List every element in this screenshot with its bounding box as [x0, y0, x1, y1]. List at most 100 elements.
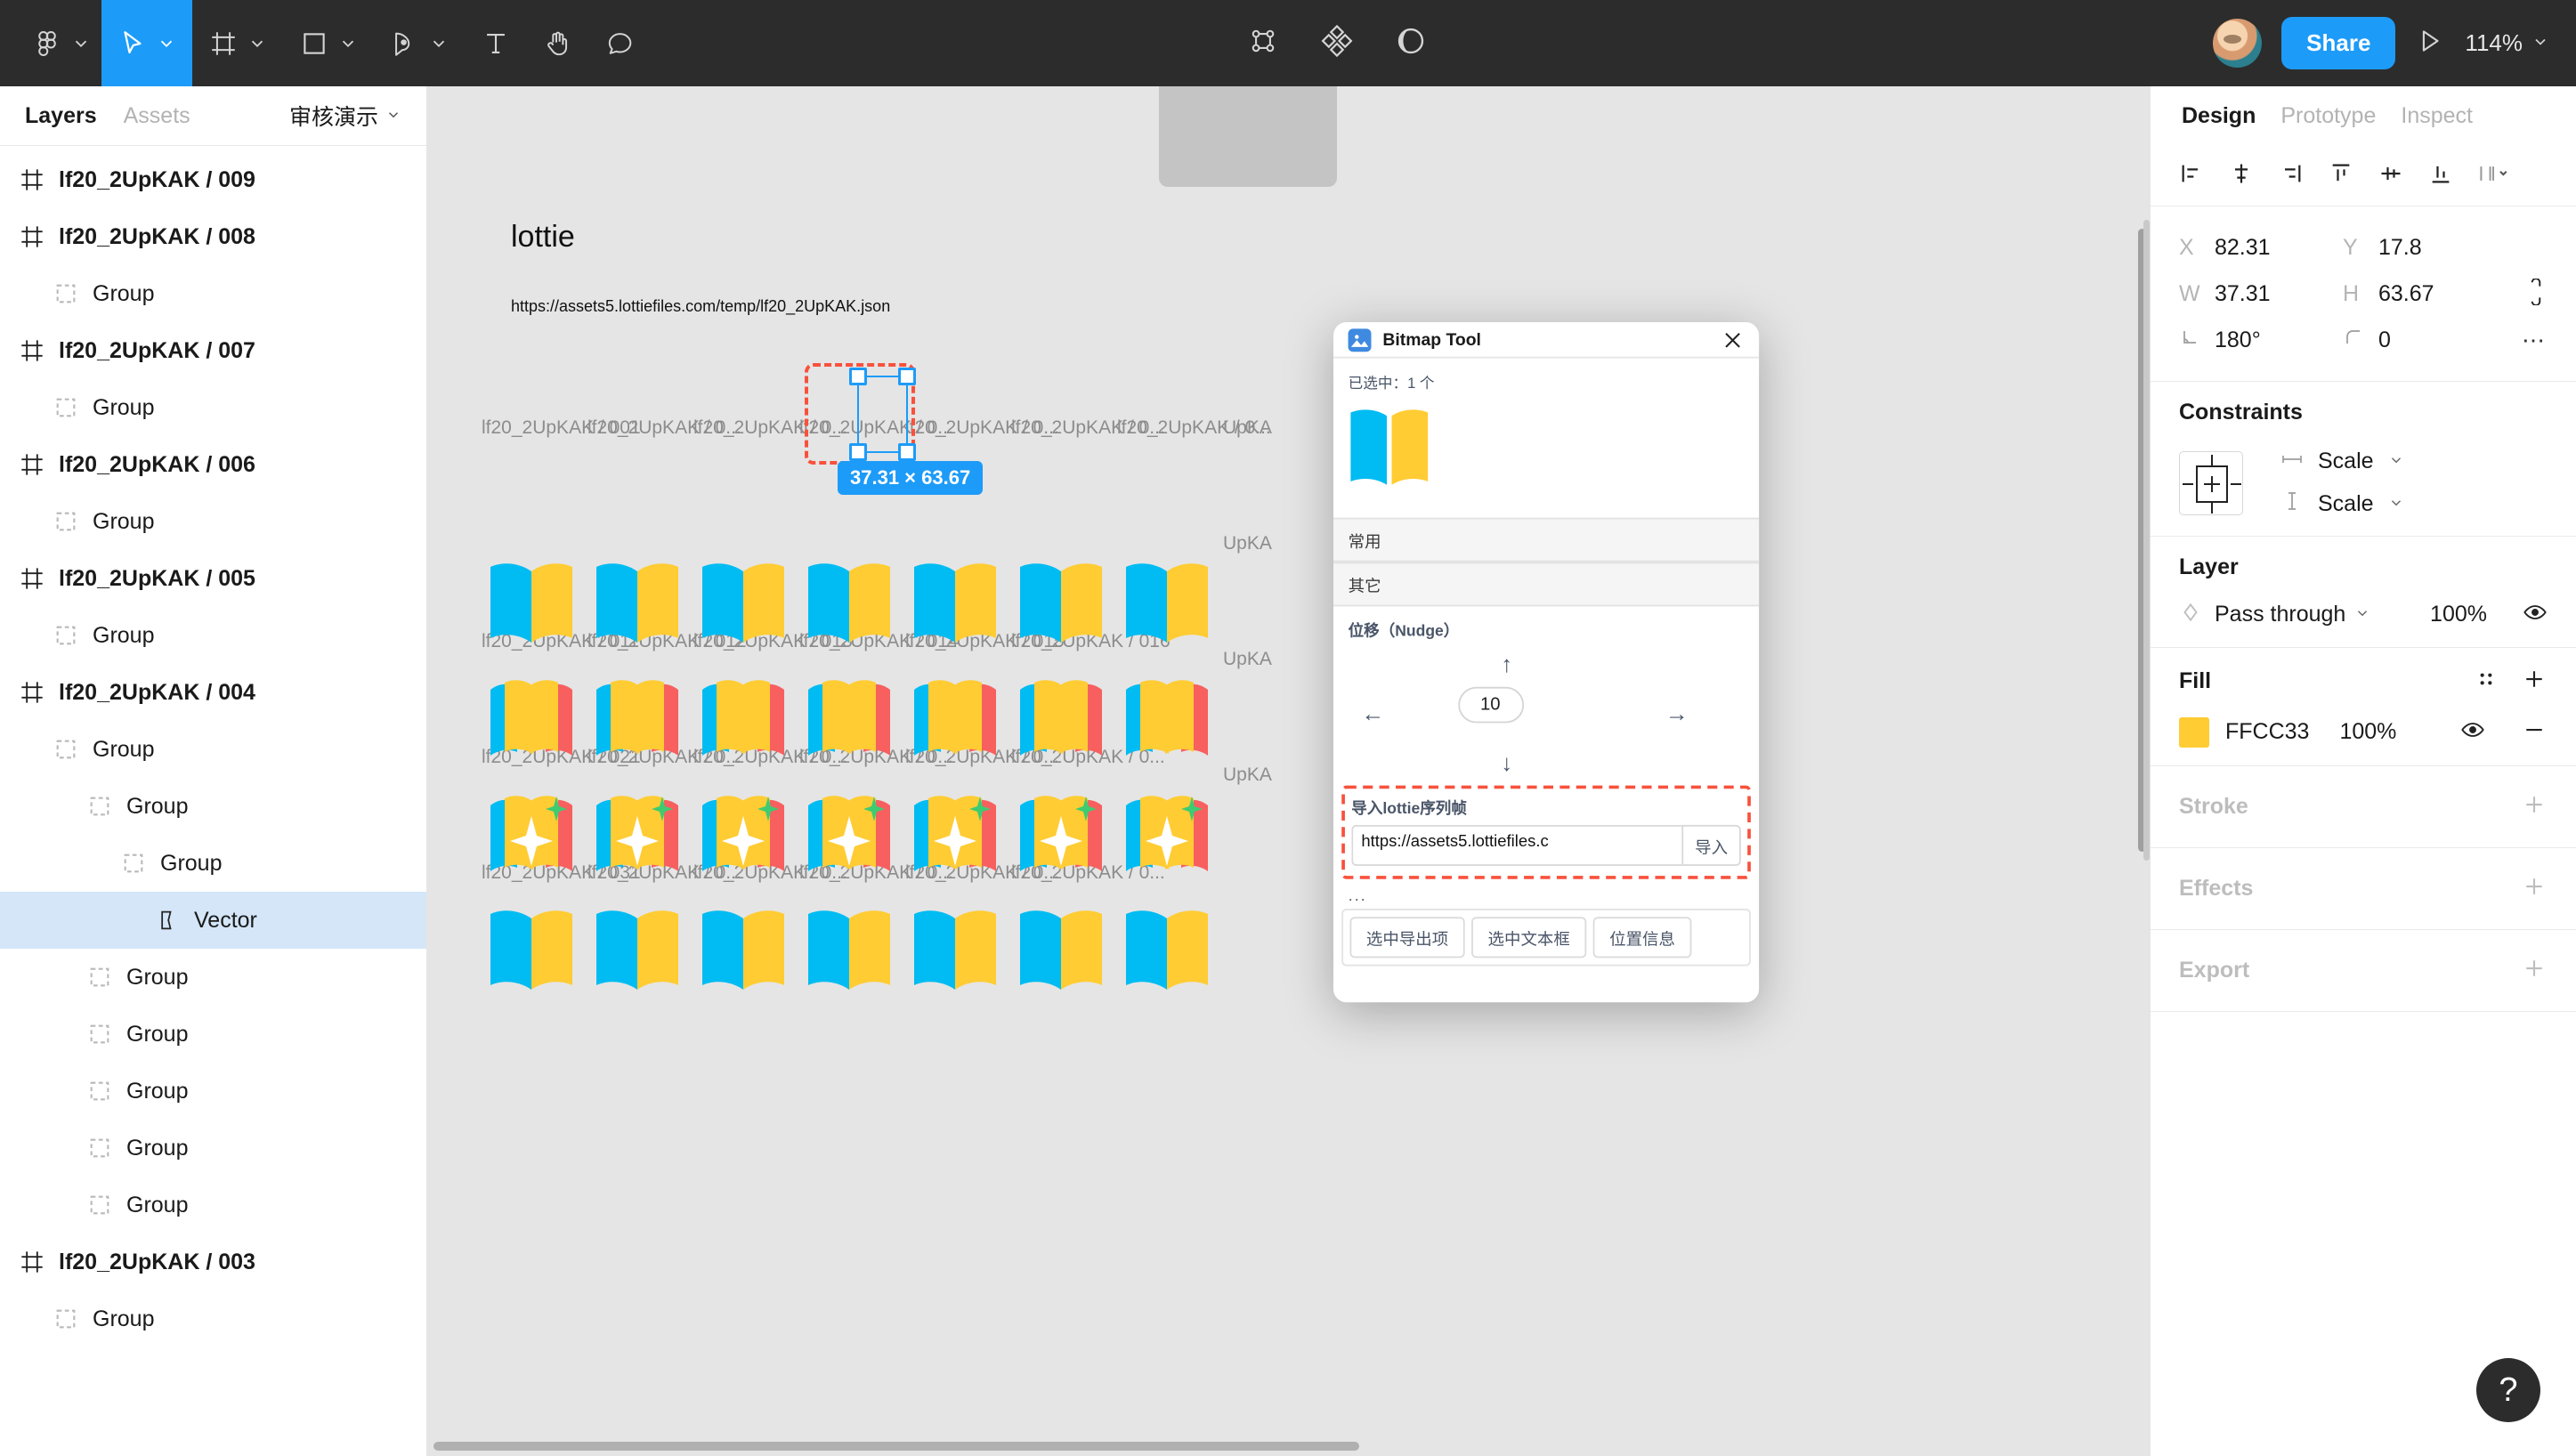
tab-prototype[interactable]: Prototype — [2280, 103, 2376, 129]
align-left-icon[interactable] — [2179, 161, 2204, 190]
layer-row-group[interactable]: Group — [0, 379, 426, 436]
canvas-area[interactable]: lottie https://assets5.lottiefiles.com/t… — [426, 86, 2150, 1456]
vertical-constraint-dropdown[interactable]: Scale — [2280, 490, 2404, 518]
canvas-book-glyph[interactable] — [699, 674, 788, 766]
canvas-book-glyph[interactable] — [487, 558, 576, 651]
select-export-items-button[interactable]: 选中导出项 — [1349, 917, 1465, 959]
more-options-icon[interactable]: ⋯ — [2522, 327, 2548, 354]
tab-assets[interactable]: Assets — [124, 103, 190, 129]
canvas-book-glyph[interactable] — [1122, 558, 1211, 651]
fill-color-swatch[interactable] — [2179, 716, 2209, 748]
layer-row-vector[interactable]: Vector — [0, 892, 426, 949]
align-top-icon[interactable] — [2329, 161, 2353, 190]
canvas-book-glyph[interactable] — [1017, 674, 1106, 766]
layer-row-frame[interactable]: lf20_2UpKAK / 009 — [0, 151, 426, 208]
frame-label-clipped[interactable]: UpKA — [1223, 417, 1272, 439]
layer-row-frame[interactable]: lf20_2UpKAK / 008 — [0, 208, 426, 265]
lottie-url-input[interactable]: https://assets5.lottiefiles.c — [1351, 824, 1682, 867]
align-bottom-icon[interactable] — [2428, 161, 2453, 190]
shape-tool-button[interactable] — [283, 0, 374, 86]
canvas-book-glyph[interactable] — [1017, 558, 1106, 651]
layer-opacity-input[interactable]: 100% — [2430, 602, 2487, 627]
height-field[interactable]: H 63.67 — [2343, 281, 2507, 307]
canvas-horizontal-scrollbar[interactable] — [426, 1436, 2150, 1456]
layer-row-group[interactable]: Group — [0, 493, 426, 550]
resize-handle-top-right[interactable] — [898, 368, 916, 385]
tab-design[interactable]: Design — [2182, 103, 2256, 129]
layer-row-frame[interactable]: lf20_2UpKAK / 005 — [0, 550, 426, 607]
canvas-book-glyph[interactable] — [699, 558, 788, 651]
plugins-icon[interactable] — [1320, 24, 1354, 62]
tab-inspect[interactable]: Inspect — [2401, 103, 2473, 129]
component-icon[interactable] — [1246, 24, 1280, 62]
layer-row-group[interactable]: Group — [0, 949, 426, 1006]
avatar[interactable] — [2213, 19, 2263, 68]
figma-menu-button[interactable] — [0, 0, 101, 86]
add-stroke-icon[interactable] — [2521, 791, 2548, 822]
lock-aspect-ratio-icon[interactable] — [2524, 277, 2548, 310]
frame-tool-button[interactable] — [192, 0, 283, 86]
frame-label-clipped[interactable]: UpKA — [1223, 649, 1272, 670]
layer-row-frame[interactable]: lf20_2UpKAK / 007 — [0, 322, 426, 379]
close-icon[interactable] — [1721, 328, 1745, 351]
nudge-down-button[interactable]: ↓ — [1490, 749, 1523, 776]
position-info-button[interactable]: 位置信息 — [1592, 917, 1692, 959]
distribute-icon[interactable] — [2478, 161, 2508, 190]
tab-layers[interactable]: Layers — [25, 103, 97, 129]
rotation-field[interactable]: 180° — [2179, 327, 2343, 354]
canvas-book-glyph[interactable] — [805, 558, 894, 651]
canvas-book-glyph[interactable] — [911, 905, 1000, 998]
lottie-import-button[interactable]: 导入 — [1681, 824, 1741, 867]
layer-row-group[interactable]: Group — [0, 1120, 426, 1177]
width-field[interactable]: W 37.31 — [2179, 281, 2343, 307]
layer-visibility-eye-icon[interactable] — [2523, 600, 2548, 629]
canvas-book-glyph[interactable] — [487, 789, 576, 882]
canvas-book-glyph[interactable] — [1122, 674, 1211, 766]
canvas-book-glyph[interactable] — [593, 674, 682, 766]
canvas-book-glyph[interactable] — [1017, 789, 1106, 882]
canvas-book-glyph[interactable] — [699, 905, 788, 998]
nudge-left-button[interactable]: ← — [1357, 700, 1389, 727]
blend-mode-dropdown[interactable]: Pass through — [2215, 602, 2370, 627]
fill-visibility-eye-icon[interactable] — [2460, 717, 2485, 747]
layer-row-frame[interactable]: lf20_2UpKAK / 006 — [0, 436, 426, 493]
canvas-book-glyph[interactable] — [593, 558, 682, 651]
layer-row-frame[interactable]: lf20_2UpKAK / 003 — [0, 1234, 426, 1290]
accordion-other[interactable]: 其它 — [1333, 562, 1760, 607]
layer-row-group[interactable]: Group — [0, 607, 426, 664]
zoom-level-dropdown[interactable]: 114% — [2465, 29, 2549, 57]
select-text-boxes-button[interactable]: 选中文本框 — [1471, 917, 1587, 959]
align-horizontal-center-icon[interactable] — [2229, 161, 2254, 190]
corner-radius-field[interactable]: 0 — [2343, 327, 2507, 354]
layer-row-group[interactable]: Group — [0, 721, 426, 778]
canvas-book-glyph[interactable] — [805, 674, 894, 766]
help-button[interactable]: ? — [2476, 1358, 2540, 1422]
frame-label-clipped[interactable]: UpKA — [1223, 533, 1272, 554]
resize-handle-bottom-right[interactable] — [898, 443, 916, 461]
constraints-widget[interactable] — [2179, 451, 2243, 515]
layer-row-group[interactable]: Group — [0, 1006, 426, 1063]
canvas-book-glyph[interactable] — [1122, 789, 1211, 882]
comment-tool-button[interactable] — [589, 0, 652, 86]
add-export-icon[interactable] — [2521, 955, 2548, 986]
present-button[interactable] — [2415, 26, 2445, 61]
add-effect-icon[interactable] — [2521, 873, 2548, 904]
x-field[interactable]: X 82.31 — [2179, 235, 2343, 261]
nudge-value-input[interactable]: 10 — [1457, 686, 1524, 724]
horizontal-constraint-dropdown[interactable]: Scale — [2280, 449, 2404, 474]
layer-row-group[interactable]: Group — [0, 778, 426, 835]
layer-row-group[interactable]: Group — [0, 1177, 426, 1234]
layers-tree[interactable]: lf20_2UpKAK / 009 lf20_2UpKAK / 008 Group l… — [0, 146, 426, 1456]
y-field[interactable]: Y 17.8 — [2343, 235, 2507, 261]
nudge-up-button[interactable]: ↑ — [1490, 651, 1523, 677]
layer-row-group[interactable]: Group — [0, 265, 426, 322]
canvas-book-glyph[interactable] — [487, 674, 576, 766]
fill-hex-value[interactable]: FFCC33 — [2225, 719, 2309, 745]
pen-tool-button[interactable] — [374, 0, 465, 86]
nudge-right-button[interactable]: → — [1660, 700, 1693, 727]
canvas-book-glyph[interactable] — [699, 789, 788, 882]
hand-tool-button[interactable] — [527, 0, 589, 86]
canvas-book-glyph[interactable] — [805, 905, 894, 998]
canvas-horizontal-scroll-thumb[interactable] — [433, 1442, 1359, 1451]
page-selector[interactable]: 审核演示 — [289, 100, 401, 132]
